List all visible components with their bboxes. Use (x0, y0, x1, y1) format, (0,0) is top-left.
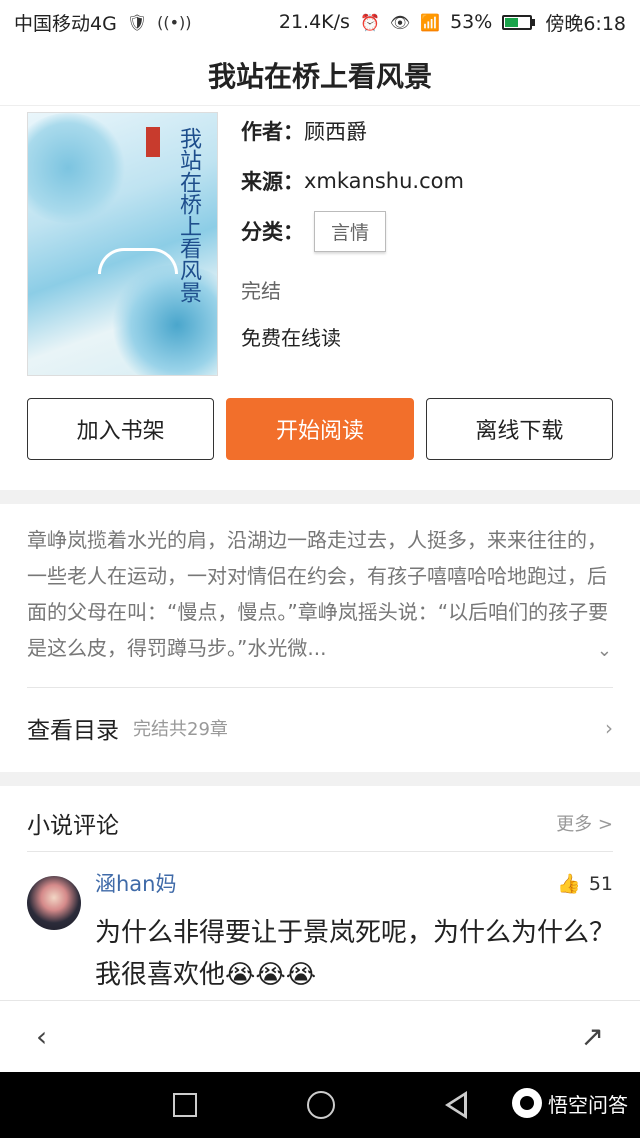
eye-icon: 👁 (389, 12, 411, 32)
share-icon[interactable]: ↗ (581, 1020, 604, 1053)
book-meta: 作者： 顾西爵 来源： xmkanshu.com 分类： 言情 完结 免费在线读 (241, 106, 464, 358)
source-label: 来源： (241, 170, 304, 194)
bottom-toolbar: ‹ ↗ (0, 1000, 640, 1072)
wifi-icon: 📶 (420, 12, 441, 32)
back-nav-icon[interactable] (445, 1091, 467, 1119)
author-value[interactable]: 顾西爵 (304, 116, 367, 146)
publisher-badge-icon (146, 127, 160, 157)
recents-icon[interactable] (173, 1093, 197, 1117)
back-icon[interactable]: ‹ (36, 1020, 47, 1053)
avatar[interactable] (27, 876, 81, 930)
start-reading-button[interactable]: 开始阅读 (226, 398, 414, 460)
action-buttons: 加入书架 开始阅读 离线下载 (27, 398, 613, 460)
wukong-logo-icon (512, 1088, 542, 1118)
book-status: 完结 (241, 278, 281, 303)
page-title: 我站在桥上看风景 (0, 44, 640, 106)
section-divider (0, 490, 640, 504)
status-bar: 中国移动4G 🛡 ((•)) 21.4K/s ⏰ 👁 📶 53% 傍晚6:18 (0, 0, 640, 44)
book-summary[interactable]: 章峥岚揽着水光的肩，沿湖边一路走过去，人挺多，来来往往的，一些老人在运动，一对对… (27, 522, 613, 666)
expand-chevron-icon[interactable]: ⌄ (597, 640, 612, 661)
watermark: 悟空问答 (512, 1088, 628, 1118)
network-speed: 21.4K/s (278, 11, 350, 33)
add-shelf-button[interactable]: 加入书架 (27, 398, 215, 460)
like-button[interactable]: 👍 51 (557, 872, 613, 896)
book-info: 我站在桥上看风景 作者： 顾西爵 来源： xmkanshu.com 分类： 言情 完结… (0, 106, 640, 386)
book-cover[interactable]: 我站在桥上看风景 (27, 112, 218, 376)
carrier-text: 中国移动4G (14, 12, 117, 35)
comments-title: 小说评论 (27, 812, 119, 839)
toc-chapter-count: 完结共29章 (133, 718, 228, 740)
thumbs-up-icon: 👍 (557, 873, 581, 895)
comment-username[interactable]: 涵han妈 (95, 868, 177, 898)
chevron-right-icon: › (605, 715, 613, 740)
comments-header: 小说评论 更多 > (27, 794, 613, 852)
like-count: 51 (588, 872, 613, 895)
offline-download-button[interactable]: 离线下载 (425, 398, 613, 460)
home-icon[interactable] (307, 1091, 335, 1119)
author-label: 作者： (241, 120, 304, 144)
battery-percent: 53% (450, 11, 493, 33)
watermark-text: 悟空问答 (548, 1092, 628, 1117)
battery-icon (502, 14, 536, 30)
free-read-text: 免费在线读 (241, 325, 341, 350)
more-comments-link[interactable]: 更多 > (556, 810, 613, 836)
section-divider (0, 772, 640, 786)
toc-label: 查看目录 (27, 717, 119, 744)
toc-row[interactable]: 查看目录 完结共29章 › (27, 687, 613, 767)
category-label: 分类： (241, 220, 304, 244)
cover-title: 我站在桥上看风景 (176, 127, 201, 303)
clock-text: 傍晚6:18 (545, 12, 626, 35)
comment-text: 为什么非得要让于景岚死呢，为什么为什么？我很喜欢他😭😭😭 (95, 918, 616, 990)
source-value: xmkanshu.com (304, 169, 464, 193)
alarm-icon: ⏰ (359, 12, 380, 32)
shield-icon: 🛡 (126, 12, 148, 32)
category-tag[interactable]: 言情 (314, 210, 387, 252)
hotspot-icon: ((•)) (157, 12, 192, 32)
